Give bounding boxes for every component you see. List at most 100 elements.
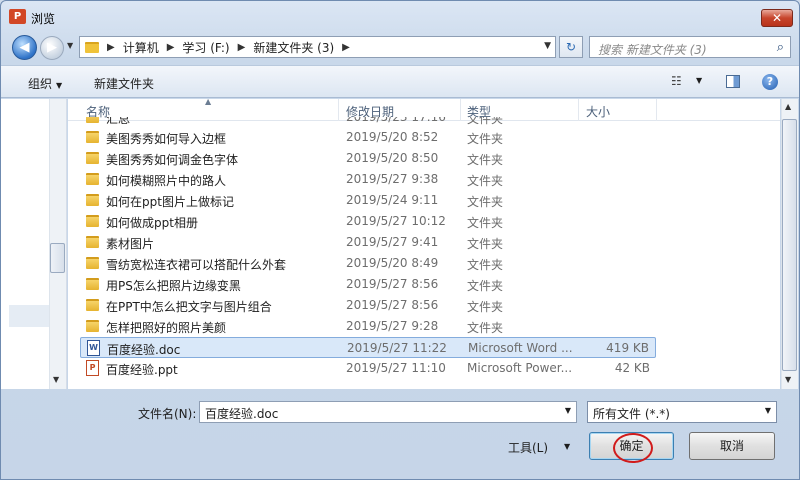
caret-down-icon: ▼ <box>56 81 63 90</box>
chevron-right-icon[interactable]: ▶ <box>342 42 350 53</box>
title-bar: P 浏览 ✕ <box>1 1 799 33</box>
organize-button[interactable]: 组织 ▼ <box>28 75 62 92</box>
folder-row[interactable]: 如何模糊照片中的路人 2019/5/27 9:38 文件夹 <box>80 169 656 190</box>
file-row[interactable]: P 百度经验.ppt 2019/5/27 11:10 Microsoft Power.… <box>80 358 656 379</box>
folder-row[interactable]: 用PS怎么把照片边缘变黑 2019/5/27 8:56 文件夹 <box>80 274 656 295</box>
file-type: 文件夹 <box>467 279 504 293</box>
folder-icon <box>86 117 99 123</box>
file-type: 文件夹 <box>467 216 504 230</box>
back-button[interactable]: ◀ <box>12 35 37 60</box>
scroll-down-icon[interactable]: ▼ <box>53 375 59 384</box>
refresh-button[interactable]: ↻ <box>559 36 583 58</box>
folder-icon <box>86 236 99 248</box>
file-type-dropdown-icon[interactable]: ▼ <box>765 406 771 415</box>
file-name: 雪纺宽松连衣裙可以搭配什么外套 <box>106 258 287 272</box>
tools-dropdown-icon[interactable]: ▼ <box>564 442 570 451</box>
folder-row[interactable]: 汇总 2019/5/23 17:16 文件夹 <box>80 117 656 127</box>
chevron-right-icon[interactable]: ▶ <box>107 42 115 53</box>
browse-dialog: P 浏览 ✕ ◀ ▶ ▼ ▶ 计算机 ▶ 学习 (F:) ▶ 新建文件夹 (3)… <box>0 0 800 480</box>
file-type: 文件夹 <box>467 258 504 272</box>
preview-pane-icon[interactable] <box>726 75 740 88</box>
filename-field[interactable]: 百度经验.doc ▼ <box>199 401 577 423</box>
folder-icon <box>86 257 99 269</box>
folder-row[interactable]: 素材图片 2019/5/27 9:41 文件夹 <box>80 232 656 253</box>
search-placeholder: 搜索 新建文件夹 (3) <box>598 43 707 57</box>
breadcrumb-folder[interactable]: 新建文件夹 (3) <box>253 39 334 56</box>
powerpoint-app-icon: P <box>9 9 26 24</box>
folder-icon <box>86 131 99 143</box>
file-type-value: 所有文件 (*.*) <box>593 407 670 421</box>
navigation-pane-selected-item[interactable] <box>9 305 49 327</box>
file-date: 2019/5/24 9:11 <box>346 193 439 207</box>
folder-row[interactable]: 在PPT中怎么把文字与图片组合 2019/5/27 8:56 文件夹 <box>80 295 656 316</box>
file-row[interactable]: W 百度经验.doc 2019/5/27 11:22 Microsoft Word .… <box>80 337 656 358</box>
file-name: 如何做成ppt相册 <box>106 216 198 230</box>
breadcrumb-computer[interactable]: 计算机 <box>123 39 159 56</box>
navigation-pane-scroll-thumb[interactable] <box>50 243 65 273</box>
search-icon[interactable]: ⌕ <box>777 40 784 55</box>
file-list[interactable]: ▲ 名称 修改日期 类型 大小 汇总 2019/5/23 17:16 文件夹 美图秀秀… <box>68 99 780 389</box>
address-bar[interactable]: ▶ 计算机 ▶ 学习 (F:) ▶ 新建文件夹 (3) ▶ ▼ <box>79 36 556 58</box>
file-date: 2019/5/27 8:56 <box>346 277 439 291</box>
new-folder-button[interactable]: 新建文件夹 <box>94 75 154 92</box>
file-type: 文件夹 <box>467 237 504 251</box>
folder-row[interactable]: 怎样把照好的照片美颜 2019/5/27 9:28 文件夹 <box>80 316 656 337</box>
forward-button[interactable]: ▶ <box>40 36 64 60</box>
cancel-button[interactable]: 取消 <box>689 432 775 460</box>
file-date: 2019/5/27 11:22 <box>347 341 447 355</box>
breadcrumb-drive[interactable]: 学习 (F:) <box>182 39 229 56</box>
file-date: 2019/5/27 9:41 <box>346 235 439 249</box>
file-name: 在PPT中怎么把文字与图片组合 <box>106 300 272 314</box>
file-date: 2019/5/20 8:50 <box>346 151 439 165</box>
file-type: Microsoft Power... <box>467 361 573 375</box>
file-type: 文件夹 <box>467 195 504 209</box>
folder-row[interactable]: 如何做成ppt相册 2019/5/27 10:12 文件夹 <box>80 211 656 232</box>
file-name: 用PS怎么把照片边缘变黑 <box>106 279 241 293</box>
folder-row[interactable]: 美图秀秀如何调金色字体 2019/5/20 8:50 文件夹 <box>80 148 656 169</box>
help-icon[interactable]: ? <box>762 74 778 90</box>
toolbar: 组织 ▼ 新建文件夹 ☷ ▼ ? <box>1 65 799 98</box>
file-date: 2019/5/27 9:28 <box>346 319 439 333</box>
folder-icon <box>86 173 99 185</box>
views-icon[interactable]: ☷ <box>671 74 682 88</box>
file-type: 文件夹 <box>467 117 504 126</box>
file-name: 百度经验.doc <box>107 343 181 357</box>
recent-locations-dropdown-icon[interactable]: ▼ <box>67 41 73 50</box>
folder-icon <box>86 215 99 227</box>
folder-row[interactable]: 雪纺宽松连衣裙可以搭配什么外套 2019/5/20 8:49 文件夹 <box>80 253 656 274</box>
folder-icon <box>86 299 99 311</box>
tools-button[interactable]: 工具(L) <box>508 439 548 456</box>
file-name: 如何在ppt图片上做标记 <box>106 195 234 209</box>
scroll-down-icon[interactable]: ▼ <box>785 375 791 384</box>
file-name: 百度经验.ppt <box>106 363 178 377</box>
folder-icon <box>86 278 99 290</box>
powerpoint-file-icon: P <box>86 360 99 376</box>
file-date: 2019/5/20 8:49 <box>346 256 439 270</box>
folder-row[interactable]: 如何在ppt图片上做标记 2019/5/24 9:11 文件夹 <box>80 190 656 211</box>
file-date: 2019/5/27 8:56 <box>346 298 439 312</box>
word-document-icon: W <box>87 340 100 356</box>
search-box[interactable]: 搜索 新建文件夹 (3) ⌕ <box>589 36 791 58</box>
address-dropdown-icon[interactable]: ▼ <box>544 41 551 51</box>
chevron-right-icon[interactable]: ▶ <box>238 42 246 53</box>
row-content: 汇总 2019/5/23 17:16 文件夹 <box>80 117 656 127</box>
file-name: 素材图片 <box>106 237 155 251</box>
file-name: 如何模糊照片中的路人 <box>106 174 227 188</box>
file-name: 美图秀秀如何导入边框 <box>106 132 227 146</box>
scroll-up-icon[interactable]: ▲ <box>785 102 791 111</box>
file-name: 汇总 <box>106 117 131 126</box>
filename-dropdown-icon[interactable]: ▼ <box>565 406 571 415</box>
file-type: Microsoft Word ... <box>468 341 573 355</box>
file-list-scroll-thumb[interactable] <box>782 119 797 371</box>
file-size: 42 KB <box>614 361 650 375</box>
filename-value: 百度经验.doc <box>205 407 279 421</box>
folder-icon <box>86 194 99 206</box>
views-dropdown-icon[interactable]: ▼ <box>696 76 702 85</box>
chevron-right-icon[interactable]: ▶ <box>167 42 175 53</box>
file-name: 怎样把照好的照片美颜 <box>106 321 227 335</box>
ok-button[interactable]: 确定 <box>589 432 674 460</box>
close-button[interactable]: ✕ <box>761 9 793 27</box>
folder-row[interactable]: 美图秀秀如何导入边框 2019/5/20 8:52 文件夹 <box>80 127 656 148</box>
file-type-select[interactable]: 所有文件 (*.*) ▼ <box>587 401 777 423</box>
column-divider[interactable] <box>656 99 657 121</box>
